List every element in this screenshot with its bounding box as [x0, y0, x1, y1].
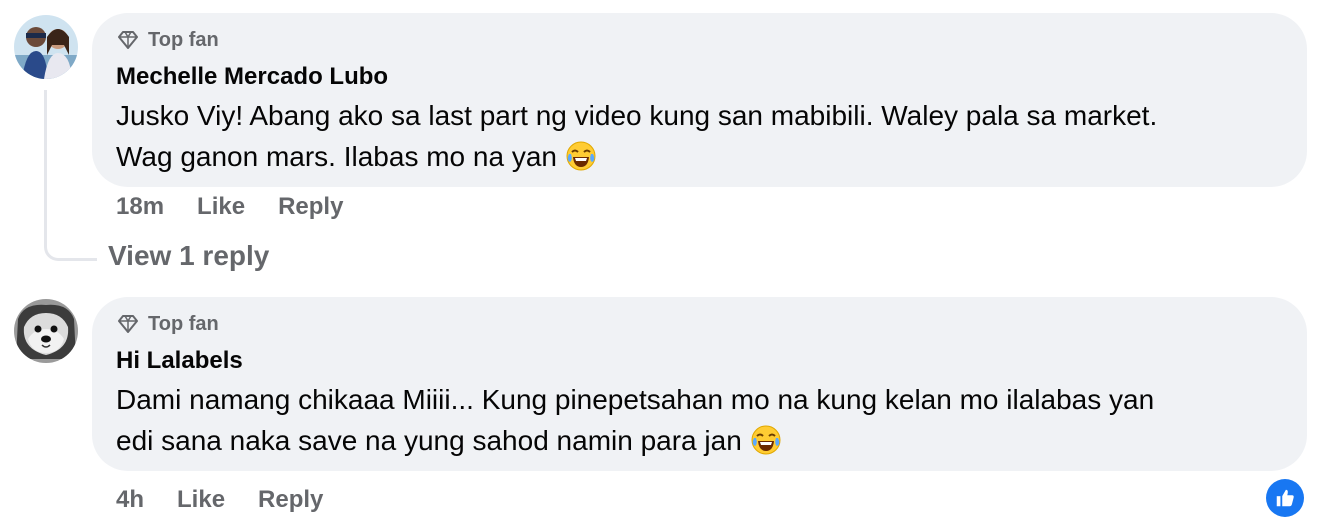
diamond-icon: [118, 31, 138, 49]
comment-text-line: Wag ganon mars. Ilabas mo na yan: [116, 141, 557, 172]
like-button[interactable]: Like: [177, 486, 225, 514]
thread-line: [44, 90, 47, 226]
like-reaction-badge[interactable]: [1266, 479, 1304, 517]
view-replies-link[interactable]: View 1 reply: [108, 240, 269, 272]
comment-bubble: Top fan Hi Lalabels Dami namang chikaaa …: [92, 297, 1307, 471]
reply-button[interactable]: Reply: [258, 486, 323, 514]
author-name[interactable]: Mechelle Mercado Lubo: [116, 63, 1281, 91]
like-button[interactable]: Like: [197, 193, 245, 221]
face-with-tears-of-joy-emoji: [751, 425, 781, 455]
comment-text-line-with-emoji: Wag ganon mars. Ilabas mo na yan: [116, 136, 1281, 177]
comment-timestamp[interactable]: 18m: [116, 193, 164, 221]
top-fan-badge: Top fan: [116, 27, 1281, 53]
comment-text-line: Jusko Viy! Abang ako sa last part ng vid…: [116, 100, 1158, 131]
thread-connector: [44, 222, 97, 261]
comment-text-line: edi sana naka save na yung sahod namin p…: [116, 425, 742, 456]
comment-text-line: Dami namang chikaaa Miiii... Kung pinepe…: [116, 384, 1155, 415]
avatar[interactable]: [14, 299, 78, 363]
diamond-icon: [118, 315, 138, 333]
comment-actions: 4h Like Reply: [116, 486, 323, 514]
face-with-tears-of-joy-emoji: [566, 141, 596, 171]
comment-actions: 18m Like Reply: [116, 193, 343, 221]
comment-text: Dami namang chikaaa Miiii... Kung pinepe…: [116, 379, 1281, 461]
avatar[interactable]: [14, 15, 78, 79]
badge-label: Top fan: [148, 28, 219, 51]
author-name[interactable]: Hi Lalabels: [116, 347, 1281, 375]
comment-text: Jusko Viy! Abang ako sa last part ng vid…: [116, 95, 1281, 177]
comment-bubble: Top fan Mechelle Mercado Lubo Jusko Viy!…: [92, 13, 1307, 187]
badge-label: Top fan: [148, 312, 219, 335]
top-fan-badge: Top fan: [116, 311, 1281, 337]
reply-button[interactable]: Reply: [278, 193, 343, 221]
thumbs-up-icon: [1276, 489, 1294, 507]
comment-timestamp[interactable]: 4h: [116, 486, 144, 514]
comment-text-line-with-emoji: edi sana naka save na yung sahod namin p…: [116, 420, 1281, 461]
